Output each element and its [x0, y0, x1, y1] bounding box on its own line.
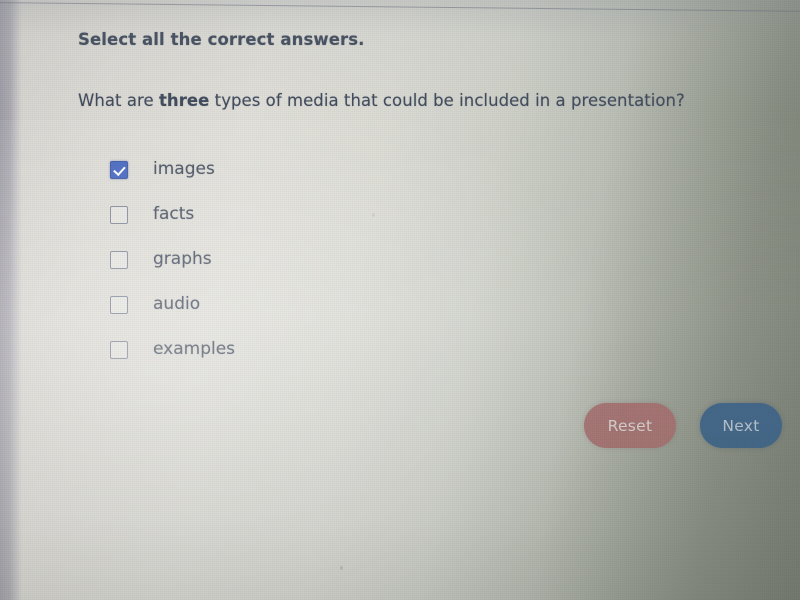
option-label-images: images	[153, 159, 215, 179]
question-emphasis: three	[158, 91, 210, 110]
action-button-group: Reset Next	[584, 403, 784, 453]
reset-button[interactable]: Reset	[584, 403, 676, 448]
option-label-examples: examples	[153, 339, 236, 359]
instruction-text: Select all the correct answers.	[78, 30, 365, 49]
photographed-screen: Select all the correct answers. What are…	[0, 0, 800, 600]
next-button[interactable]: Next	[700, 403, 782, 448]
question-text: What are three types of media that could…	[78, 91, 685, 110]
question-suffix: types of media that could be included in…	[209, 91, 685, 110]
checkbox-unchecked-icon[interactable]	[110, 341, 128, 359]
answer-options-list: images facts graphs audio examples	[110, 158, 530, 383]
option-label-graphs: graphs	[153, 249, 212, 269]
checkbox-checked-icon[interactable]	[110, 161, 128, 179]
option-row-audio[interactable]: audio	[110, 293, 530, 338]
option-row-graphs[interactable]: graphs	[110, 248, 530, 293]
quiz-content: Select all the correct answers. What are…	[0, 0, 800, 600]
option-row-examples[interactable]: examples	[110, 338, 530, 383]
option-row-facts[interactable]: facts	[110, 203, 530, 248]
question-prefix: What are	[78, 91, 159, 110]
checkbox-unchecked-icon[interactable]	[110, 296, 128, 314]
checkbox-unchecked-icon[interactable]	[110, 251, 128, 269]
option-label-audio: audio	[153, 294, 201, 314]
checkbox-unchecked-icon[interactable]	[110, 206, 128, 224]
option-row-images[interactable]: images	[110, 158, 530, 203]
option-label-facts: facts	[153, 204, 195, 224]
